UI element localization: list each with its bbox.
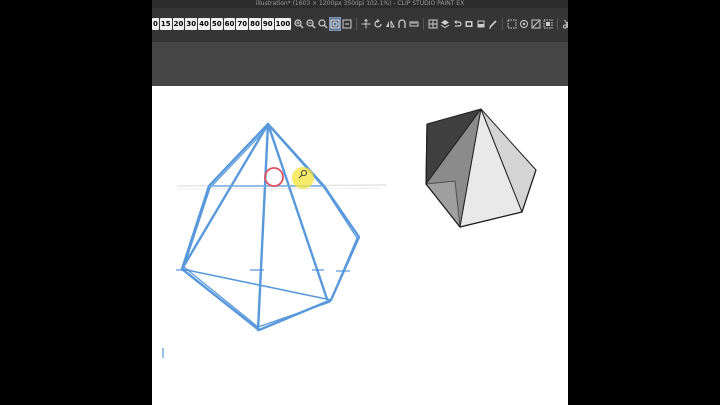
zoom-preset-30[interactable]: 30 — [185, 18, 198, 30]
command-bar: 0 15 20 30 40 50 60 70 80 90 100 — [152, 8, 568, 42]
sketch-outline — [180, 122, 361, 332]
zoom-preset-60[interactable]: 60 — [223, 18, 236, 30]
sketch-edge-right — [266, 122, 329, 301]
zoom-preset-0[interactable]: 0 — [152, 18, 159, 30]
sketch-edge-left — [180, 122, 270, 271]
zoom-preset-15[interactable]: 15 — [159, 18, 172, 30]
invert-selection-icon[interactable] — [543, 18, 553, 30]
sketch-base-back — [181, 268, 332, 301]
zoom-in-icon[interactable] — [294, 18, 304, 30]
zoom-preset-100[interactable]: 100 — [274, 18, 292, 30]
snap-icon[interactable] — [397, 18, 407, 30]
zoom-preset-40[interactable]: 40 — [198, 18, 210, 30]
pyramid-sketch — [180, 122, 361, 332]
toolbar-divider — [557, 18, 558, 30]
reset-zoom-icon[interactable] — [342, 18, 352, 30]
select-all-icon[interactable] — [519, 18, 529, 30]
sketch-edge-center — [256, 122, 270, 332]
toolbar-divider — [423, 18, 424, 30]
zoom-preset-group: 0 15 20 30 40 50 60 70 80 90 100 — [152, 18, 292, 30]
grid-icon[interactable] — [428, 18, 438, 30]
drawing-canvas[interactable] — [152, 86, 568, 405]
clip-studio-window: illustration* (1603 × 1200px 350dpi 102.… — [152, 0, 568, 405]
canvas-workspace-margin — [152, 42, 568, 86]
zoom-preset-80[interactable]: 80 — [249, 18, 261, 30]
fit-window-icon[interactable] — [329, 17, 341, 31]
zoom-fit-icon[interactable] — [318, 18, 328, 30]
canvas-artwork — [162, 108, 537, 358]
fill-icon[interactable] — [476, 18, 486, 30]
toolbar-divider — [356, 18, 357, 30]
window-title: illustration* (1603 × 1200px 350dpi 102.… — [152, 0, 568, 8]
move-layer-icon[interactable] — [361, 18, 371, 30]
zoom-out-icon[interactable] — [306, 18, 316, 30]
cut-icon[interactable] — [562, 18, 568, 30]
toolbar-divider — [502, 18, 503, 30]
erase-icon[interactable] — [488, 18, 498, 30]
flip-icon[interactable] — [385, 18, 395, 30]
brush-cursor — [264, 167, 284, 187]
zoom-preset-90[interactable]: 90 — [261, 18, 274, 30]
transform-icon[interactable] — [507, 18, 517, 30]
zoom-preset-20[interactable]: 20 — [172, 18, 185, 30]
zoom-preset-70[interactable]: 70 — [236, 18, 249, 30]
sketch-outline — [183, 125, 358, 328]
zoom-preset-50[interactable]: 50 — [210, 18, 223, 30]
layer-icon[interactable] — [440, 18, 450, 30]
rotate-icon[interactable] — [373, 18, 383, 30]
undo-icon[interactable] — [452, 18, 462, 30]
tool-icon-group — [294, 17, 568, 31]
deselect-icon[interactable] — [531, 18, 541, 30]
ruler-icon[interactable] — [409, 18, 419, 30]
redo-icon[interactable] — [464, 18, 474, 30]
pyramid-3d-model — [425, 108, 537, 228]
